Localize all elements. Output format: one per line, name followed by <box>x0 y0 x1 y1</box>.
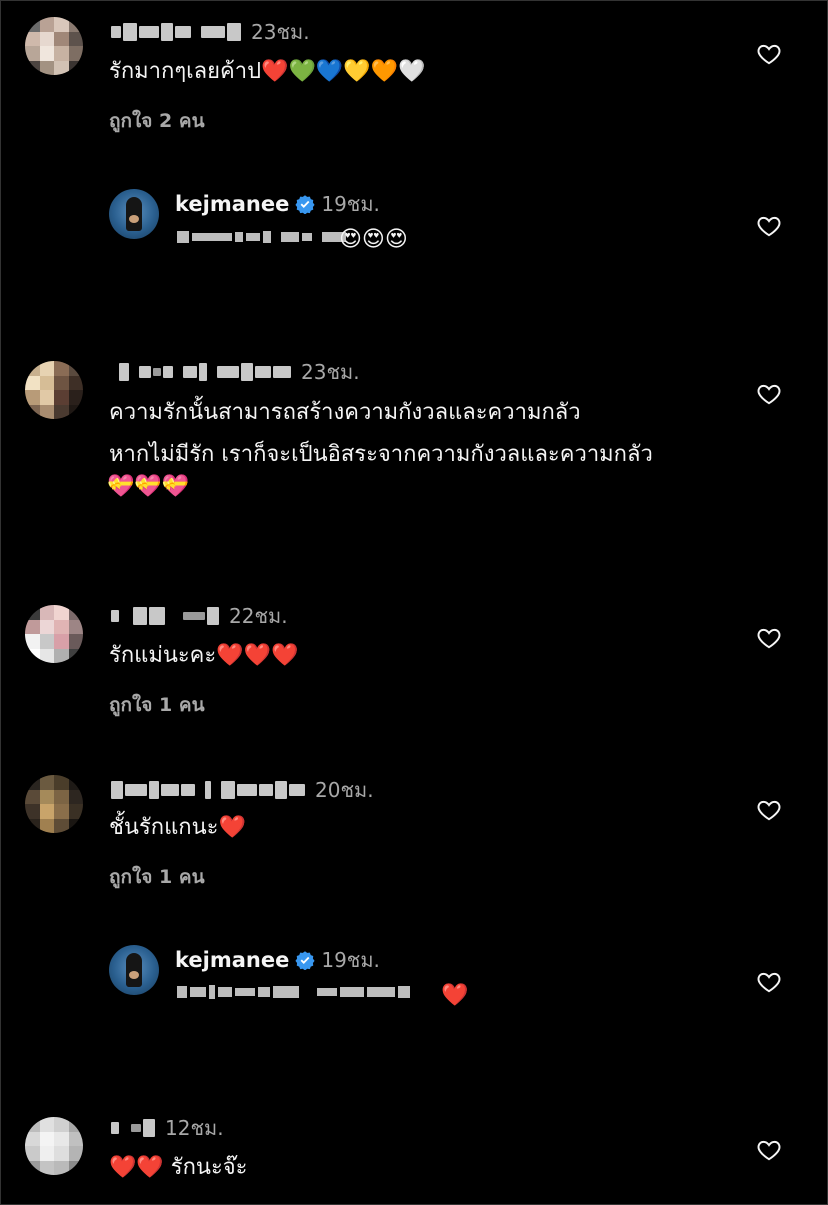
comments-panel: 23ชม. รักมากๆเลยค้าป❤️💚💙💛🧡🤍 ถูกใจ 2 คน k… <box>0 0 828 1205</box>
reply-text-redacted <box>177 985 410 999</box>
comment-meta: 22ชม. <box>111 601 288 631</box>
comment-meta: kejmanee 19ชม. <box>175 945 380 975</box>
likes-count[interactable]: ถูกใจ 2 คน <box>109 106 205 136</box>
username[interactable]: kejmanee <box>175 192 289 216</box>
likes-count[interactable]: ถูกใจ 1 คน <box>109 690 205 720</box>
heart-outline-icon[interactable] <box>756 41 782 67</box>
comment-text: ชั้นรักแกนะ❤️ <box>109 815 246 840</box>
avatar[interactable] <box>25 1117 83 1175</box>
comment-text: ❤️❤️ รักนะจ๊ะ <box>109 1155 248 1180</box>
reply-emojis: 😍😍😍 <box>339 227 408 252</box>
heart-outline-icon[interactable] <box>756 969 782 995</box>
comment-meta: kejmanee 19ชม. <box>175 189 380 219</box>
timestamp: 12ชม. <box>165 1116 224 1140</box>
comment-text-line-1: ความรักนั้นสามารถสร้างความกังวลและความกล… <box>109 400 581 425</box>
avatar-kejmanee[interactable] <box>109 189 159 239</box>
heart-outline-icon[interactable] <box>756 381 782 407</box>
avatar-figure <box>126 953 142 987</box>
timestamp: 19ชม. <box>321 192 380 216</box>
comment-emojis: 💝💝💝 <box>107 474 190 499</box>
avatar-kejmanee[interactable] <box>109 945 159 995</box>
avatar[interactable] <box>25 775 83 833</box>
username-redacted[interactable] <box>111 781 305 799</box>
timestamp: 23ชม. <box>251 20 310 44</box>
verified-badge-icon <box>295 195 315 214</box>
reply-emojis: ❤️ <box>441 983 469 1008</box>
heart-outline-icon[interactable] <box>756 797 782 823</box>
comment-meta: 20ชม. <box>111 775 374 805</box>
username-redacted[interactable] <box>119 363 291 381</box>
timestamp: 22ชม. <box>229 604 288 628</box>
heart-outline-icon[interactable] <box>756 213 782 239</box>
avatar[interactable] <box>25 605 83 663</box>
avatar[interactable] <box>25 17 83 75</box>
username-redacted[interactable] <box>111 1119 155 1137</box>
heart-outline-icon[interactable] <box>756 625 782 651</box>
username[interactable]: kejmanee <box>175 948 289 972</box>
timestamp: 23ชม. <box>301 360 360 384</box>
avatar-face <box>129 215 139 223</box>
heart-outline-icon[interactable] <box>756 1137 782 1163</box>
username-redacted[interactable] <box>111 23 241 41</box>
timestamp: 20ชม. <box>315 778 374 802</box>
comment-text-line-2: หากไม่มีรัก เราก็จะเป็นอิสระจากความกังวล… <box>109 442 653 467</box>
reply-text-redacted <box>177 231 346 243</box>
username-redacted[interactable] <box>111 607 219 625</box>
avatar-figure <box>126 197 142 231</box>
comment-text: รักมากๆเลยค้าป❤️💚💙💛🧡🤍 <box>109 59 426 84</box>
likes-count[interactable]: ถูกใจ 1 คน <box>109 862 205 892</box>
timestamp: 19ชม. <box>321 948 380 972</box>
comment-text: รักแม่นะคะ❤️❤️❤️ <box>109 643 299 668</box>
comment-meta: 23ชม. <box>119 357 360 387</box>
comment-meta: 12ชม. <box>111 1113 224 1143</box>
avatar[interactable] <box>25 361 83 419</box>
comment-meta: 23ชม. <box>111 17 310 47</box>
avatar-face <box>129 971 139 979</box>
verified-badge-icon <box>295 951 315 970</box>
